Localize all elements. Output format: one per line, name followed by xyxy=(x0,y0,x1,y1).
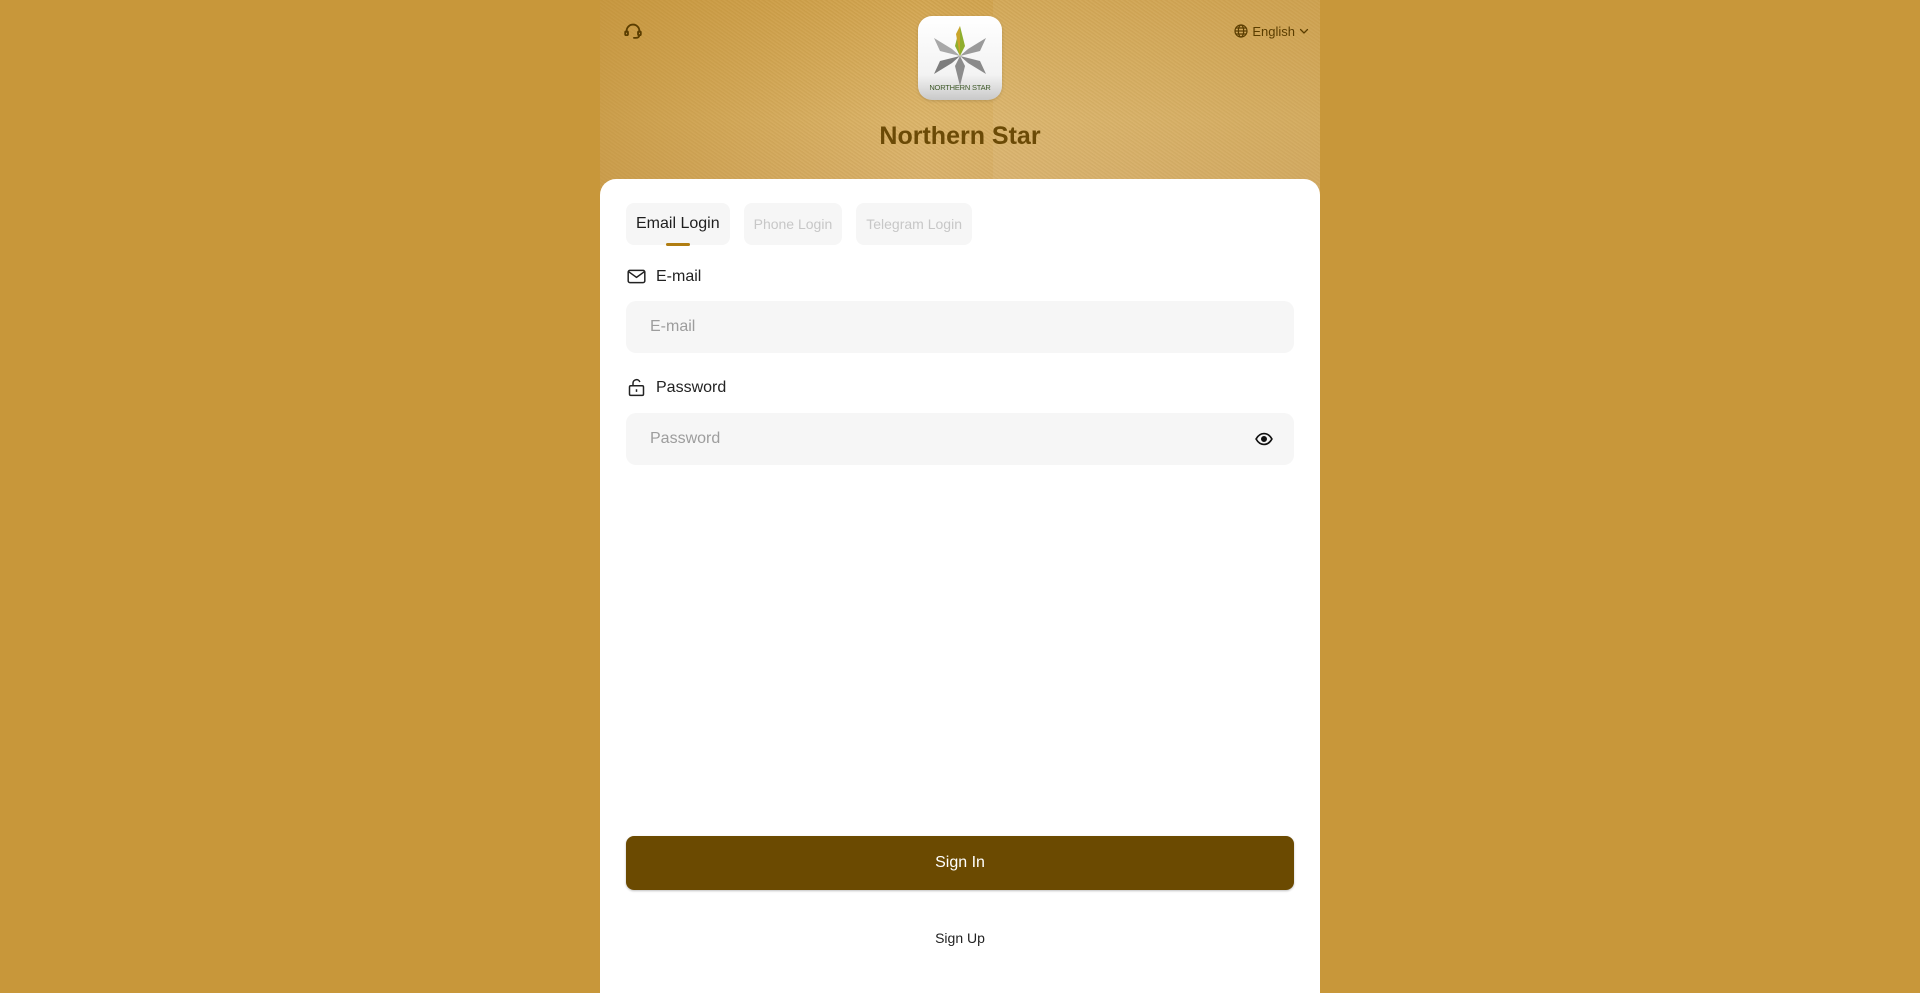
tab-label: Telegram Login xyxy=(866,216,962,232)
mail-icon xyxy=(627,269,646,284)
password-label: Password xyxy=(626,377,726,398)
lock-icon xyxy=(628,378,645,397)
brand-title: Northern Star xyxy=(879,122,1041,150)
login-tabs: Email Login Phone Login Telegram Login xyxy=(626,203,972,246)
login-app: English NORTHERN STAR Northern Star Emai… xyxy=(600,0,1320,993)
logo-caption: NORTHERN STAR xyxy=(929,83,991,92)
globe-icon xyxy=(1234,24,1248,38)
tab-email-login[interactable]: Email Login xyxy=(626,203,730,246)
hero-header: English NORTHERN STAR Northern Star xyxy=(600,0,1320,200)
eye-icon[interactable] xyxy=(1254,429,1274,449)
chevron-down-icon xyxy=(1299,28,1309,34)
tab-label: Phone Login xyxy=(753,216,833,232)
login-card: Email Login Phone Login Telegram Login E… xyxy=(600,179,1320,993)
email-input[interactable] xyxy=(626,301,1294,353)
brand-logo: NORTHERN STAR xyxy=(918,16,1002,100)
password-input-container xyxy=(626,413,1294,465)
password-input[interactable] xyxy=(626,413,1294,465)
password-label-text: Password xyxy=(656,378,727,396)
language-selector[interactable]: English xyxy=(1233,22,1310,40)
sign-up-link[interactable]: Sign Up xyxy=(600,930,1320,946)
email-label: E-mail xyxy=(626,266,701,287)
language-label: English xyxy=(1252,23,1295,39)
tab-label: Email Login xyxy=(636,215,720,232)
active-tab-indicator xyxy=(665,243,690,246)
email-label-text: E-mail xyxy=(656,267,702,285)
headset-icon[interactable] xyxy=(622,20,644,42)
sign-in-button[interactable]: Sign In xyxy=(626,836,1294,890)
email-input-container xyxy=(626,301,1294,353)
tab-phone-login[interactable]: Phone Login xyxy=(743,203,843,245)
tab-telegram-login[interactable]: Telegram Login xyxy=(856,203,972,245)
